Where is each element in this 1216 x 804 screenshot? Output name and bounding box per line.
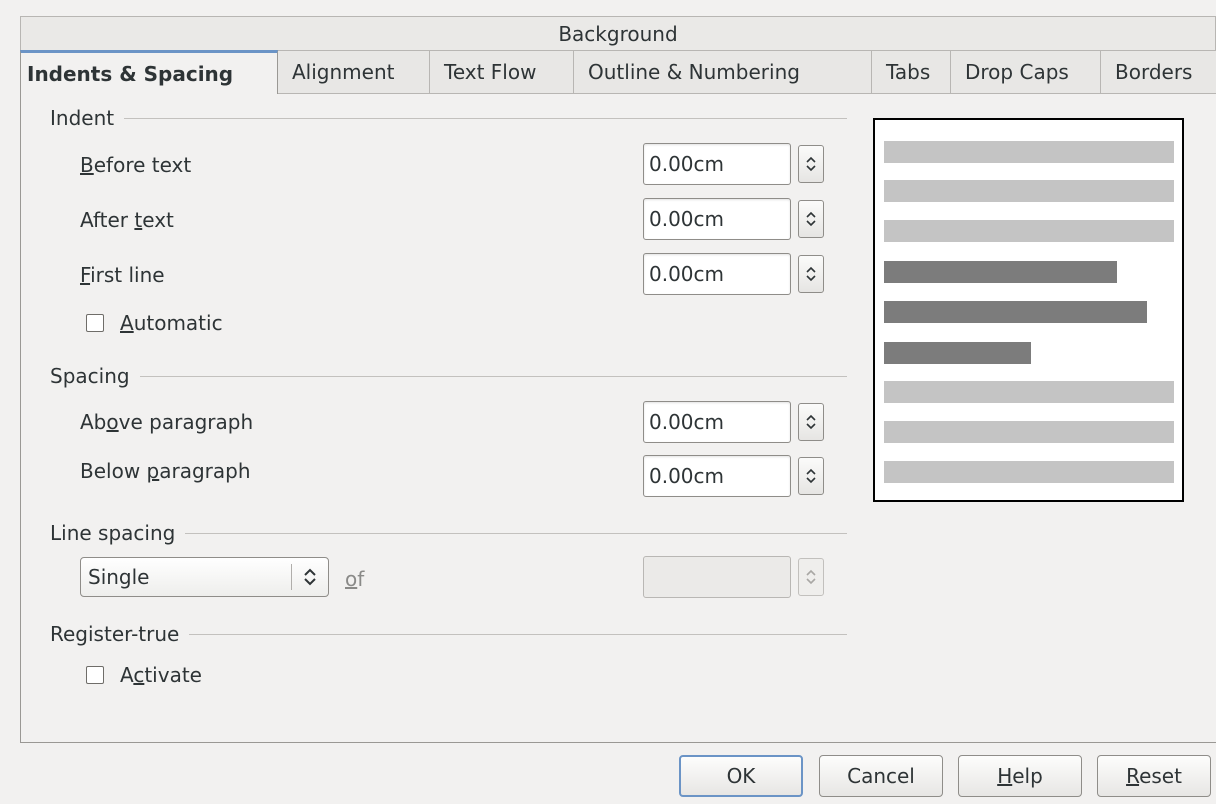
updown-arrows-icon bbox=[806, 569, 816, 585]
tab-outline-numbering[interactable]: Outline & Numbering bbox=[574, 50, 872, 94]
checkbox-box[interactable] bbox=[86, 666, 104, 684]
indent-section-header: Indent bbox=[50, 106, 847, 130]
before-text-stepper[interactable] bbox=[798, 145, 824, 183]
above-paragraph-stepper[interactable] bbox=[798, 403, 824, 441]
preview-line bbox=[884, 180, 1174, 202]
updown-arrows-icon bbox=[806, 468, 816, 484]
divider bbox=[124, 117, 847, 119]
after-text-label: After text bbox=[80, 208, 174, 232]
preview-line-current bbox=[884, 261, 1117, 283]
activate-checkbox[interactable]: Activate bbox=[86, 663, 202, 687]
line-spacing-of-stepper bbox=[798, 558, 824, 596]
cancel-button[interactable]: Cancel bbox=[819, 755, 943, 797]
cancel-label: Cancel bbox=[847, 764, 915, 788]
tab-label: Indents & Spacing bbox=[27, 61, 234, 86]
tab-background[interactable]: Background bbox=[20, 16, 1216, 50]
updown-arrows-icon bbox=[806, 266, 816, 282]
tab-tabs[interactable]: Tabs bbox=[872, 50, 951, 94]
after-text-spinbox: 0.00cm bbox=[643, 198, 830, 240]
reset-button[interactable]: Reset bbox=[1097, 755, 1211, 797]
preview-line-current bbox=[884, 342, 1031, 364]
preview-line-current bbox=[884, 301, 1147, 323]
of-label: of bbox=[345, 567, 365, 591]
below-paragraph-label: Below paragraph bbox=[80, 459, 251, 483]
after-text-stepper[interactable] bbox=[798, 200, 824, 238]
line-spacing-of-spinbox bbox=[643, 556, 830, 598]
tab-borders[interactable]: Borders bbox=[1101, 50, 1216, 94]
below-paragraph-stepper[interactable] bbox=[798, 457, 824, 495]
register-true-title: Register-true bbox=[50, 622, 180, 646]
after-text-input[interactable]: 0.00cm bbox=[643, 198, 791, 240]
preview-line bbox=[884, 461, 1174, 483]
tab-drop-caps[interactable]: Drop Caps bbox=[951, 50, 1101, 94]
first-line-spinbox: 0.00cm bbox=[643, 253, 830, 295]
below-paragraph-spinbox: 0.00cm bbox=[643, 455, 830, 497]
tab-background-label: Background bbox=[558, 21, 678, 46]
above-paragraph-input[interactable]: 0.00cm bbox=[643, 401, 791, 443]
first-line-label: First line bbox=[80, 263, 165, 287]
indent-title: Indent bbox=[50, 106, 115, 130]
checkbox-box[interactable] bbox=[86, 314, 104, 332]
preview-line bbox=[884, 141, 1174, 163]
before-text-spinbox: 0.00cm bbox=[643, 143, 830, 185]
tab-label: Text Flow bbox=[444, 60, 537, 84]
first-line-input[interactable]: 0.00cm bbox=[643, 253, 791, 295]
tab-label: Borders bbox=[1115, 60, 1193, 84]
before-text-label: Before text bbox=[80, 153, 192, 177]
tab-label: Tabs bbox=[886, 60, 931, 84]
tab-bar: Indents & Spacing Alignment Text Flow Ou… bbox=[20, 50, 1216, 94]
below-paragraph-input[interactable]: 0.00cm bbox=[643, 455, 791, 497]
divider bbox=[139, 375, 847, 377]
automatic-label: Automatic bbox=[120, 311, 223, 335]
tab-indents-spacing[interactable]: Indents & Spacing bbox=[20, 50, 278, 94]
divider bbox=[189, 633, 847, 635]
above-paragraph-label: Above paragraph bbox=[80, 410, 254, 434]
tab-label: Alignment bbox=[292, 60, 395, 84]
divider bbox=[185, 532, 847, 534]
first-line-stepper[interactable] bbox=[798, 255, 824, 293]
tab-label: Drop Caps bbox=[965, 60, 1069, 84]
reset-label: Reset bbox=[1126, 764, 1182, 788]
ok-button[interactable]: OK bbox=[679, 755, 803, 797]
automatic-checkbox[interactable]: Automatic bbox=[86, 311, 223, 335]
tab-alignment[interactable]: Alignment bbox=[278, 50, 430, 94]
updown-arrows-icon bbox=[292, 566, 328, 588]
help-label: Help bbox=[997, 764, 1043, 788]
line-spacing-title: Line spacing bbox=[50, 521, 176, 545]
line-spacing-of-input bbox=[643, 556, 791, 598]
activate-label: Activate bbox=[120, 663, 202, 687]
above-paragraph-spinbox: 0.00cm bbox=[643, 401, 830, 443]
tab-label: Outline & Numbering bbox=[588, 60, 800, 84]
preview-line bbox=[884, 421, 1174, 443]
updown-arrows-icon bbox=[806, 414, 816, 430]
preview-line bbox=[884, 220, 1174, 242]
line-spacing-section-header: Line spacing bbox=[50, 521, 847, 545]
spacing-section-header: Spacing bbox=[50, 364, 847, 388]
line-spacing-select[interactable]: Single bbox=[80, 557, 329, 597]
spacing-title: Spacing bbox=[50, 364, 130, 388]
updown-arrows-icon bbox=[806, 156, 816, 172]
help-button[interactable]: Help bbox=[958, 755, 1082, 797]
line-spacing-value: Single bbox=[88, 565, 150, 589]
updown-arrows-icon bbox=[806, 211, 816, 227]
ok-label: OK bbox=[726, 764, 756, 788]
preview-line bbox=[884, 381, 1174, 403]
paragraph-preview bbox=[873, 118, 1184, 502]
tab-text-flow[interactable]: Text Flow bbox=[430, 50, 574, 94]
register-true-section-header: Register-true bbox=[50, 622, 847, 646]
before-text-input[interactable]: 0.00cm bbox=[643, 143, 791, 185]
